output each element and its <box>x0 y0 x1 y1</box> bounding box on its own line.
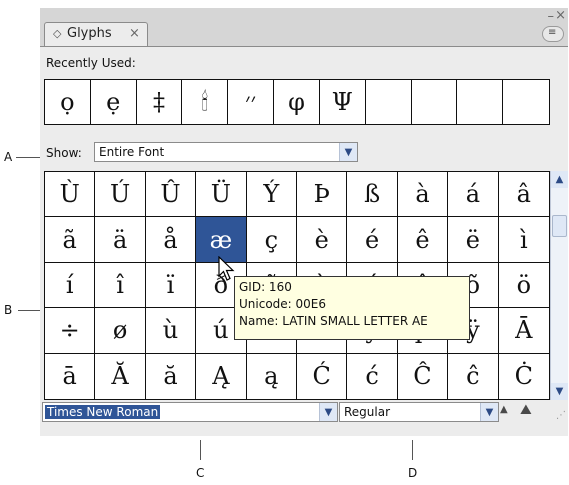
glyph-cell[interactable]: Ā <box>498 308 549 354</box>
glyph-cell[interactable]: Þ <box>297 172 348 218</box>
show-value: Entire Font <box>99 145 165 159</box>
glyph-cell[interactable]: í <box>45 262 96 309</box>
glyph-cell[interactable]: è <box>297 217 348 263</box>
glyph-cell[interactable]: ć <box>347 353 398 399</box>
glyph-cell[interactable]: Ý <box>246 172 297 218</box>
callout-a-line <box>16 157 42 158</box>
close-icon[interactable]: × <box>555 8 566 23</box>
glyph-cell[interactable]: ö <box>498 263 549 309</box>
tab-glyphs[interactable]: ◇ Glyphs × <box>44 22 148 46</box>
glyph-scrollbar[interactable]: ▲ ▼ <box>550 171 568 400</box>
glyph-cell[interactable]: ă <box>146 353 197 399</box>
resize-grip-icon[interactable]: ⋰ <box>556 410 566 421</box>
glyph-cell[interactable]: Ă <box>95 353 146 399</box>
diamond-icon: ◇ <box>53 27 62 40</box>
glyph-cell[interactable]: å <box>145 217 197 263</box>
glyph-cell[interactable]: ÷ <box>45 308 96 354</box>
glyph-cell[interactable]: ā <box>45 353 96 399</box>
chevron-down-icon[interactable]: ▼ <box>319 403 337 421</box>
glyph-cell[interactable]: ï <box>145 262 197 309</box>
callout-d: D <box>408 466 418 480</box>
glyph-cell[interactable]: ĉ <box>448 353 499 399</box>
glyph-cell[interactable]: Ć <box>297 353 348 399</box>
recent-glyph-cell[interactable]: 🕯 <box>182 80 229 124</box>
tab-close-icon[interactable]: × <box>129 26 140 41</box>
recently-used-label: Recently Used: <box>46 56 136 70</box>
glyph-cell[interactable]: Ċ <box>499 354 549 399</box>
tab-label: Glyphs <box>67 26 112 41</box>
recent-glyph-cell[interactable] <box>457 80 504 124</box>
scroll-up-icon[interactable]: ▲ <box>551 171 568 188</box>
glyph-cell[interactable]: î <box>95 262 146 309</box>
font-family-dropdown[interactable]: Times New Roman ▼ <box>42 402 338 422</box>
panel-footer: Times New Roman ▼ Regular ▼ ▲ ⛰ ⋰ <box>40 400 568 436</box>
tooltip-gid: GID: 160 <box>239 280 292 294</box>
glyph-cell[interactable]: ù <box>145 308 197 354</box>
callout-c: C <box>196 466 205 480</box>
font-family-value: Times New Roman <box>45 405 161 419</box>
recent-glyph-cell[interactable]: φ <box>274 80 320 124</box>
font-style-dropdown[interactable]: Regular ▼ <box>339 402 499 422</box>
glyph-cell[interactable]: ą <box>247 353 297 399</box>
show-label: Show: <box>46 146 82 160</box>
recent-glyph-cell[interactable] <box>503 80 549 124</box>
callout-a: A <box>4 150 13 164</box>
mountain-small-icon[interactable]: ▲ <box>500 404 508 415</box>
glyph-cell[interactable]: à <box>397 172 449 218</box>
glyphs-panel: ◇ Glyphs × – × ≡ Recently Used: ọ ẹ ‡ 🕯 ׳׳ φ Ψ… <box>40 8 568 436</box>
font-style-value: Regular <box>344 405 391 419</box>
glyph-cell[interactable]: Ú <box>95 172 146 218</box>
glyph-cell[interactable]: é <box>347 217 398 263</box>
glyph-cell[interactable]: Ù <box>45 172 96 218</box>
glyph-cell[interactable]: â <box>498 172 549 218</box>
recent-glyph-cell[interactable]: ׳׳ <box>228 80 275 124</box>
glyph-cell[interactable]: ã <box>45 217 96 263</box>
glyph-tooltip: GID: 160 Unicode: 00E6 Name: LATIN SMALL… <box>234 276 470 340</box>
glyph-cell[interactable]: á <box>448 172 499 218</box>
mouse-cursor-icon <box>218 256 235 281</box>
glyph-cell[interactable]: ø <box>95 308 146 354</box>
glyph-cell[interactable]: Ą <box>196 353 247 399</box>
recent-glyph-cell[interactable] <box>412 80 458 124</box>
tooltip-unicode: Unicode: 00E6 <box>239 297 327 311</box>
recent-glyph-cell[interactable]: ọ <box>45 80 91 124</box>
glyph-cell[interactable]: ê <box>397 217 449 263</box>
glyph-cell[interactable]: ß <box>347 172 398 218</box>
recent-glyph-cell[interactable]: Ψ <box>320 80 366 124</box>
scroll-down-icon[interactable]: ▼ <box>551 383 568 400</box>
chevron-down-icon[interactable]: ▼ <box>339 143 357 161</box>
panel-tab-bar: ◇ Glyphs × – × ≡ <box>40 8 568 46</box>
recently-used-grid: ọ ẹ ‡ 🕯 ׳׳ φ Ψ <box>44 79 550 125</box>
glyph-cell[interactable]: ç <box>246 217 297 263</box>
glyph-cell[interactable]: ì <box>498 217 549 263</box>
panel-menu-button[interactable]: ≡ <box>542 26 564 42</box>
glyph-cell[interactable]: Û <box>145 172 197 218</box>
glyph-cell[interactable]: Ĉ <box>398 353 449 399</box>
glyph-cell[interactable]: ä <box>95 217 146 263</box>
mountain-large-icon[interactable]: ⛰ <box>520 402 532 418</box>
recent-glyph-cell[interactable]: ‡ <box>137 80 183 124</box>
tooltip-name: Name: LATIN SMALL LETTER AE <box>239 314 428 328</box>
glyph-cell[interactable]: Ü <box>196 172 247 218</box>
glyph-cell[interactable]: ë <box>448 217 499 263</box>
menu-icon: ≡ <box>548 27 557 38</box>
show-dropdown[interactable]: Entire Font ▼ <box>94 142 358 162</box>
callout-b: B <box>4 303 13 317</box>
panel-body: Recently Used: ọ ẹ ‡ 🕯 ׳׳ φ Ψ Show: Entire Fon… <box>40 46 568 436</box>
scroll-thumb[interactable] <box>552 215 567 237</box>
callout-c-line <box>200 440 201 460</box>
minimize-icon[interactable]: – <box>548 9 555 24</box>
callout-d-line <box>412 440 413 460</box>
recent-glyph-cell[interactable] <box>366 80 412 124</box>
chevron-down-icon[interactable]: ▼ <box>480 403 498 421</box>
recent-glyph-cell[interactable]: ẹ <box>91 80 137 124</box>
